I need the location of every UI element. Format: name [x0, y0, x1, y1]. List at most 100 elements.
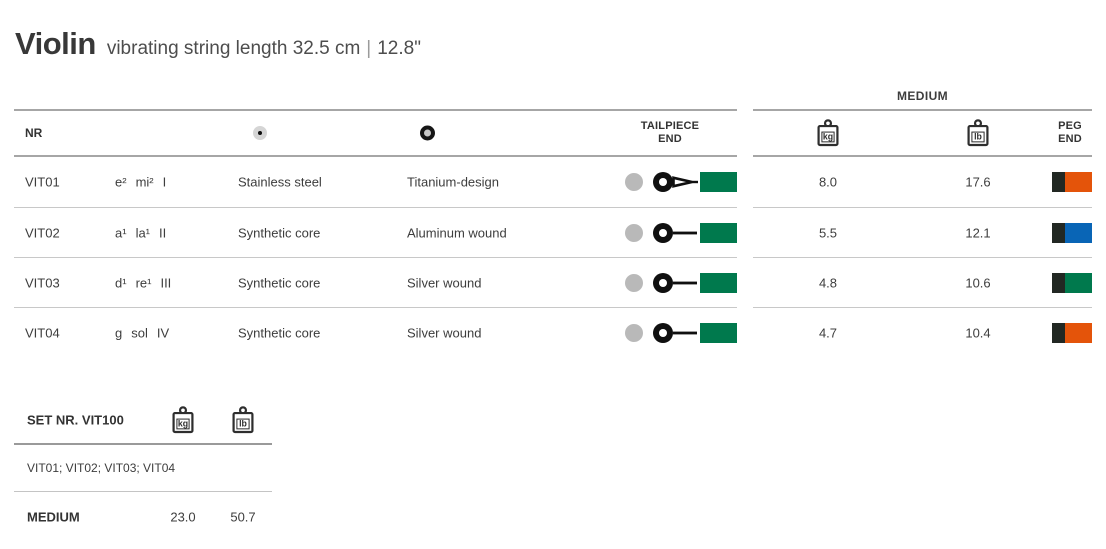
peg-swatch-dark	[1052, 272, 1065, 293]
peg-column-header: PEG END	[1048, 120, 1092, 146]
tension-row-vit02: 5.5 12.1	[753, 207, 1092, 257]
string-core: Synthetic core	[238, 225, 321, 240]
set-tension-kg: 23.0	[170, 509, 196, 525]
ball-end-icon	[653, 222, 697, 243]
core-column-icon	[253, 126, 267, 140]
svg-text:kg: kg	[178, 418, 188, 428]
string-core: Synthetic core	[238, 275, 321, 290]
tension-lb: 10.4	[965, 325, 991, 340]
gauge-column-header: MEDIUM	[896, 89, 949, 103]
string-row-vit03: VIT03 d¹ re¹ III Synthetic core Silver w…	[14, 257, 737, 307]
peg-header-line1: PEG	[1058, 120, 1082, 132]
peg-end-color-swatch	[1052, 172, 1092, 192]
note-solfege: la¹	[135, 225, 151, 240]
tailpiece-header-line1: TAILPIECE	[640, 120, 700, 132]
tailpiece-header-line2: END	[658, 133, 682, 145]
string-note: d¹ re¹ III	[115, 275, 171, 290]
tension-kg: 4.8	[818, 275, 838, 290]
set-values-row: MEDIUM 23.0 50.7	[14, 492, 272, 542]
tension-row-vit03: 4.8 10.6	[753, 257, 1092, 307]
tension-lb: 10.6	[965, 275, 991, 290]
strings-table-left: NR TAILPIECE END VIT01 e² mi² I Stainles…	[14, 109, 737, 357]
string-core: Stainless steel	[238, 174, 322, 190]
tension-lb: 17.6	[965, 174, 991, 190]
string-nr: VIT04	[25, 325, 60, 340]
subtitle-separator: |	[366, 38, 372, 59]
note-pitch: g	[115, 325, 123, 340]
tailpiece-end-icon	[652, 221, 698, 245]
set-tension-lb: 50.7	[230, 509, 256, 525]
gray-dot-icon	[625, 223, 643, 242]
page-title: Violin	[15, 26, 96, 61]
loop-end-icon	[652, 170, 698, 194]
tension-kg: 5.5	[818, 225, 838, 240]
note-pitch: d¹	[115, 275, 127, 290]
string-note: e² mi² I	[115, 175, 166, 190]
peg-swatch-dark	[1052, 322, 1065, 343]
note-pitch: a¹	[115, 225, 127, 240]
tailpiece-color-swatch	[700, 172, 737, 192]
string-row-vit02: VIT02 a¹ la¹ II Synthetic core Aluminum …	[14, 207, 737, 257]
string-note: a¹ la¹ II	[115, 225, 166, 240]
string-note: g sol IV	[115, 325, 169, 340]
set-number-title: SET NR. VIT100	[27, 412, 124, 427]
tension-table-header: kg lb PEG END	[753, 109, 1092, 157]
gray-dot-icon	[625, 173, 643, 191]
peg-swatch-color	[1065, 172, 1092, 192]
string-row-vit04: VIT04 g sol IV Synthetic core Silver wou…	[14, 307, 737, 357]
peg-swatch-color	[1065, 222, 1092, 243]
svg-text:lb: lb	[974, 132, 982, 142]
tailpiece-end-icon	[652, 321, 698, 345]
note-solfege: mi²	[135, 174, 154, 190]
peg-swatch-color	[1065, 322, 1092, 343]
set-table: SET NR. VIT100 kg lb VIT01; VIT02; VIT03…	[14, 396, 272, 542]
tension-row-vit01: 8.0 17.6	[753, 157, 1092, 207]
tailpiece-end-icon	[652, 170, 698, 194]
note-numeral: III	[160, 275, 172, 290]
string-nr: VIT02	[25, 225, 60, 240]
note-numeral: II	[159, 225, 167, 240]
tailpiece-color-swatch	[700, 222, 737, 243]
note-numeral: I	[162, 174, 167, 190]
note-solfege: re¹	[135, 275, 152, 290]
ball-end-icon	[653, 322, 697, 343]
string-core: Synthetic core	[238, 325, 321, 340]
set-gauge-label: MEDIUM	[27, 509, 80, 525]
lb-weight-icon: lb	[231, 405, 255, 434]
tailpiece-column-header: TAILPIECE END	[614, 120, 726, 146]
tailpiece-color-swatch	[700, 272, 737, 293]
set-contents-row: VIT01; VIT02; VIT03; VIT04	[14, 445, 272, 492]
nr-column-header: NR	[25, 126, 43, 140]
string-nr: VIT03	[25, 275, 60, 290]
ball-end-icon	[653, 272, 697, 293]
peg-swatch-dark	[1052, 222, 1065, 243]
string-winding: Silver wound	[407, 325, 482, 340]
lb-weight-icon: lb	[966, 119, 990, 148]
peg-end-color-swatch	[1052, 222, 1092, 243]
kg-weight-icon: kg	[171, 405, 195, 434]
string-winding: Titanium-design	[407, 174, 500, 190]
tension-kg: 8.0	[818, 174, 838, 190]
page-subtitle: vibrating string length 32.5 cm | 12.8"	[107, 38, 421, 60]
page-header: Violin vibrating string length 32.5 cm | 1…	[15, 26, 421, 62]
strings-table-header: NR TAILPIECE END	[14, 109, 737, 157]
svg-text:kg: kg	[823, 132, 833, 142]
winding-column-icon	[420, 125, 435, 141]
peg-end-color-swatch	[1052, 272, 1092, 293]
subtitle-text: vibrating string length 32.5 cm	[106, 38, 361, 59]
string-row-vit01: VIT01 e² mi² I Stainless steel Titanium-…	[14, 157, 737, 207]
tension-row-vit04: 4.7 10.4	[753, 307, 1092, 357]
note-pitch: e²	[115, 174, 127, 190]
svg-text:lb: lb	[239, 418, 247, 428]
tailpiece-color-swatch	[700, 322, 737, 343]
gray-dot-icon	[625, 273, 643, 292]
strings-table-right: kg lb PEG END 8.0 17.6 5.5 12.1 4.8 10.6…	[753, 109, 1092, 357]
subtitle-inches: 12.8"	[377, 38, 421, 59]
tension-kg: 4.7	[818, 325, 838, 340]
peg-end-color-swatch	[1052, 322, 1092, 343]
violin-spec-page: Violin vibrating string length 32.5 cm | 1…	[0, 0, 1106, 549]
peg-swatch-color	[1065, 272, 1092, 293]
string-nr: VIT01	[25, 174, 60, 190]
set-table-header: SET NR. VIT100 kg lb	[14, 396, 272, 445]
set-contents-list: VIT01; VIT02; VIT03; VIT04	[27, 461, 176, 475]
